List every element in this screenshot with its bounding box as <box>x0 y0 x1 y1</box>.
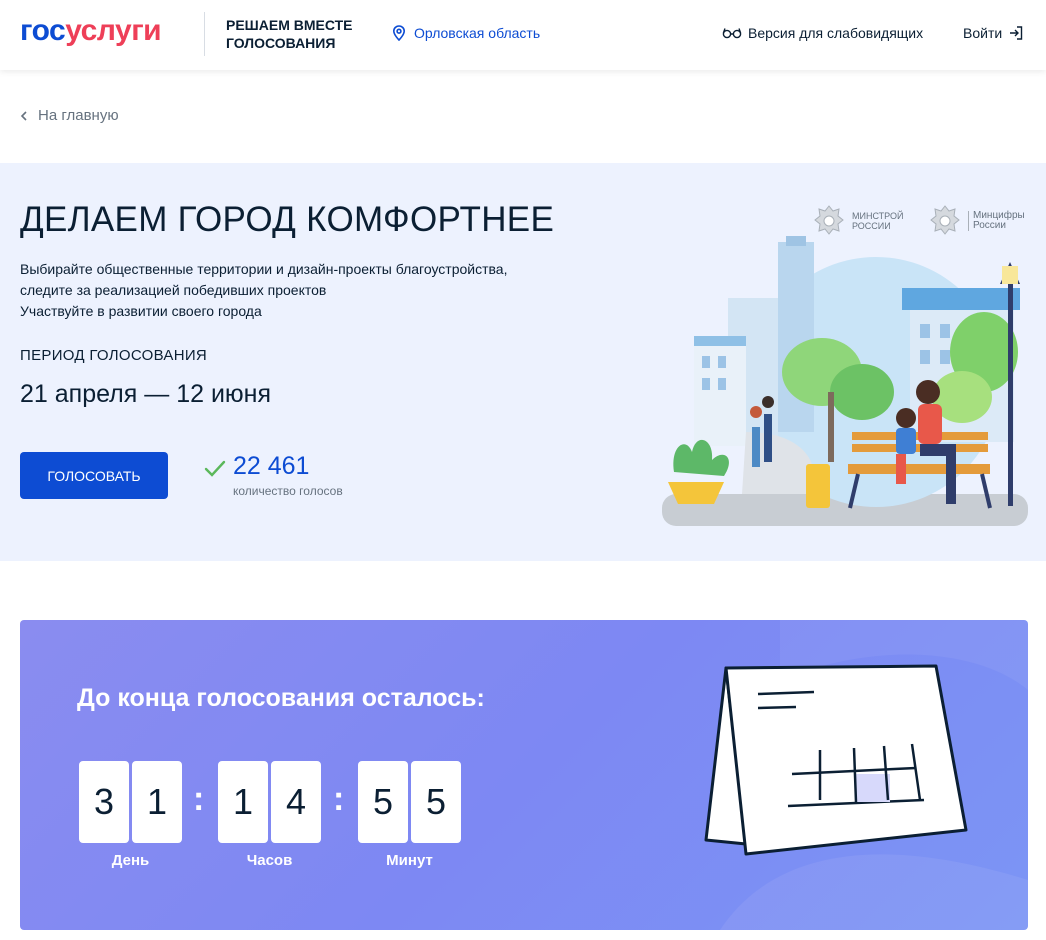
voting-period-label: ПЕРИОД ГОЛОСОВАНИЯ <box>20 347 208 364</box>
region-label: Орловская область <box>414 25 541 41</box>
ministry-name: МИНСТРОЙ <box>852 211 904 221</box>
login-label: Войти <box>963 25 1003 41</box>
location-pin-icon <box>392 25 406 41</box>
minutes-digit: 5 <box>358 761 408 843</box>
ministry-name: РОССИИ <box>852 221 891 231</box>
days-digit: 3 <box>79 761 129 843</box>
city-park-illustration <box>662 236 1028 526</box>
vote-button[interactable]: ГОЛОСОВАТЬ <box>20 452 168 499</box>
hours-digit: 1 <box>218 761 268 843</box>
description-line: следите за реализацией победивших проект… <box>20 282 327 298</box>
minutes-label: Минут <box>386 852 433 869</box>
vote-count-caption: количество голосов <box>233 484 343 498</box>
hero-description: Выбирайте общественные территории и диза… <box>20 259 507 322</box>
accessibility-label: Версия для слабовидящих <box>748 25 924 41</box>
project-title-line1: РЕШАЕМ ВМЕСТЕ <box>226 17 353 33</box>
region-selector[interactable]: Орловская область <box>392 25 540 41</box>
project-title-line2: ГОЛОСОВАНИЯ <box>226 35 336 51</box>
glasses-icon <box>722 28 742 39</box>
minutes-digit: 5 <box>411 761 461 843</box>
hours-digit: 4 <box>271 761 321 843</box>
header-divider <box>204 12 205 56</box>
hours-label: Часов <box>246 852 293 869</box>
checkmark-icon <box>204 460 226 477</box>
logo-part-1: гос <box>20 14 66 47</box>
colon-separator: : <box>333 780 345 818</box>
login-icon <box>1010 26 1023 40</box>
back-label: На главную <box>38 107 119 124</box>
description-line: Выбирайте общественные территории и диза… <box>20 261 508 277</box>
vote-count: 22 461 <box>233 452 310 480</box>
days-digit: 1 <box>132 761 182 843</box>
colon-separator: : <box>193 780 205 818</box>
countdown-section: До конца голосования осталось: 3 1 : 1 4… <box>20 620 1028 930</box>
countdown-title: До конца голосования осталось: <box>77 684 485 712</box>
accessibility-link[interactable]: Версия для слабовидящих <box>722 25 923 41</box>
chevron-left-icon <box>20 110 27 121</box>
project-title[interactable]: РЕШАЕМ ВМЕСТЕ ГОЛОСОВАНИЯ <box>226 16 353 52</box>
desk-calendar-icon <box>704 664 968 856</box>
back-to-home-link[interactable]: На главную <box>20 107 119 124</box>
voting-period-dates: 21 апреля — 12 июня <box>20 380 272 408</box>
ministry-name: России <box>973 220 1006 231</box>
page-title: ДЕЛАЕМ ГОРОД КОМФОРТНЕЕ <box>20 200 555 239</box>
login-button[interactable]: Войти <box>963 25 1024 41</box>
gosuslugi-logo[interactable]: госуслуги <box>20 14 162 48</box>
days-label: День <box>111 852 150 869</box>
site-header: госуслуги РЕШАЕМ ВМЕСТЕ ГОЛОСОВАНИЯ Орло… <box>0 0 1046 70</box>
description-line: Участвуйте в развитии своего города <box>20 303 262 319</box>
logo-part-2: услуги <box>65 14 162 47</box>
